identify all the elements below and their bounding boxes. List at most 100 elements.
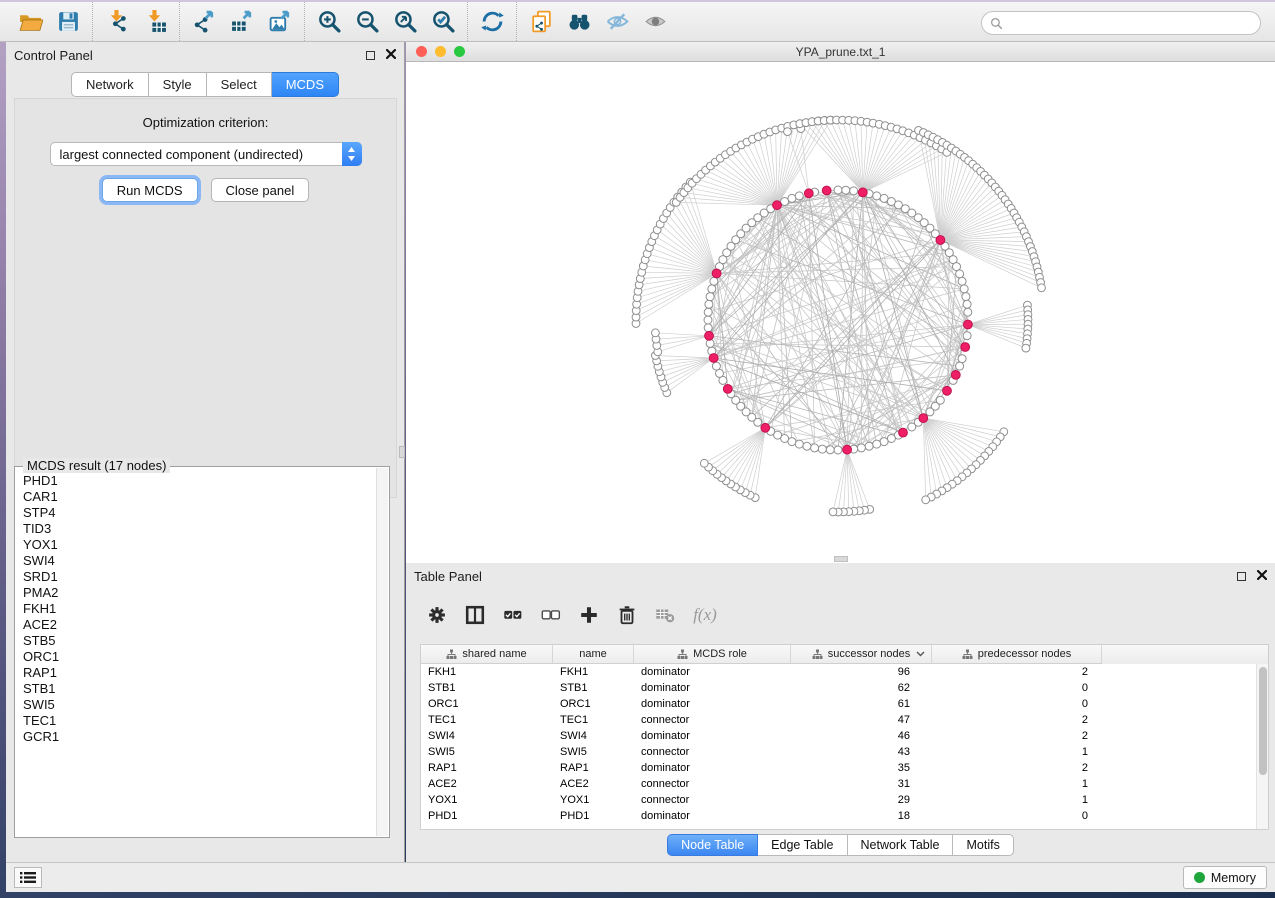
delete-column-icon[interactable] [610, 598, 644, 632]
table-row[interactable]: FKH1FKH1dominator962 [421, 664, 1268, 680]
search-icon [990, 17, 1003, 30]
result-node[interactable]: SWI5 [23, 697, 376, 713]
search-input[interactable] [1003, 16, 1260, 30]
tab-edge-table[interactable]: Edge Table [758, 834, 847, 856]
result-scrollbar[interactable] [376, 468, 388, 836]
add-column-icon[interactable] [572, 598, 606, 632]
cell: SWI4 [553, 728, 634, 744]
import-network-icon[interactable] [98, 6, 136, 38]
result-node[interactable]: SRD1 [23, 569, 376, 585]
cell: FKH1 [553, 664, 634, 680]
cell: 35 [791, 760, 932, 776]
cell: 0 [932, 680, 1102, 696]
apply-layout-icon[interactable] [473, 6, 511, 38]
close-table-panel-icon[interactable] [1257, 567, 1267, 585]
cell: 18 [791, 808, 932, 824]
cell: 2 [932, 712, 1102, 728]
table-row[interactable]: TEC1TEC1connector472 [421, 712, 1268, 728]
column-header-name[interactable]: name [553, 645, 634, 664]
zoom-in-icon[interactable] [310, 6, 348, 38]
criterion-select[interactable]: largest connected component (undirected) [50, 142, 362, 166]
result-node[interactable]: YOX1 [23, 537, 376, 553]
table-settings-icon[interactable] [420, 598, 454, 632]
result-node[interactable]: RAP1 [23, 665, 376, 681]
cell: ORC1 [553, 696, 634, 712]
table-row[interactable]: ORC1ORC1dominator610 [421, 696, 1268, 712]
result-node[interactable]: PMA2 [23, 585, 376, 601]
cell: 61 [791, 696, 932, 712]
hide-selection-icon[interactable] [598, 6, 636, 38]
search-box[interactable] [981, 11, 1261, 35]
table-splitter-handle[interactable] [834, 556, 848, 562]
float-panel-icon[interactable] [366, 51, 375, 60]
import-table-icon[interactable] [136, 6, 174, 38]
tab-network-table[interactable]: Network Table [848, 834, 954, 856]
export-network-icon[interactable] [185, 6, 223, 38]
table-row[interactable]: ACE2ACE2connector311 [421, 776, 1268, 792]
cell: 46 [791, 728, 932, 744]
tab-motifs[interactable]: Motifs [953, 834, 1013, 856]
float-table-panel-icon[interactable] [1237, 572, 1246, 581]
result-node[interactable]: FKH1 [23, 601, 376, 617]
zoom-out-icon[interactable] [348, 6, 386, 38]
cell: 62 [791, 680, 932, 696]
column-header-MCDS-role[interactable]: MCDS role [634, 645, 791, 664]
show-panels-button[interactable] [14, 867, 42, 888]
table-row[interactable]: SWI5SWI5connector431 [421, 744, 1268, 760]
cell: dominator [634, 808, 791, 824]
table-scrollbar-thumb[interactable] [1259, 667, 1267, 775]
mcds-result-list[interactable]: PHD1CAR1STP4TID3YOX1SWI4SRD1PMA2FKH1ACE2… [16, 473, 376, 836]
result-node[interactable]: TID3 [23, 521, 376, 537]
table-row[interactable]: STB1STB1dominator620 [421, 680, 1268, 696]
cell: PHD1 [553, 808, 634, 824]
mcds-result-title: MCDS result (17 nodes) [23, 458, 170, 473]
duplicate-network-icon[interactable] [522, 6, 560, 38]
select-all-rows-icon[interactable] [496, 598, 530, 632]
result-node[interactable]: GCR1 [23, 729, 376, 745]
result-node[interactable]: STP4 [23, 505, 376, 521]
table-row[interactable]: PHD1PHD1dominator180 [421, 808, 1268, 824]
network-canvas[interactable] [406, 62, 1275, 562]
result-node[interactable]: STB1 [23, 681, 376, 697]
zoom-fit-icon[interactable] [386, 6, 424, 38]
export-image-icon[interactable] [261, 6, 299, 38]
deselect-all-rows-icon[interactable] [534, 598, 568, 632]
zoom-selected-icon[interactable] [424, 6, 462, 38]
tab-node-table[interactable]: Node Table [667, 834, 758, 856]
first-neighbors-icon[interactable] [560, 6, 598, 38]
close-panel-icon[interactable] [386, 46, 396, 64]
export-table-icon[interactable] [223, 6, 261, 38]
show-all-icon[interactable] [636, 6, 674, 38]
column-header-predecessor-nodes[interactable]: predecessor nodes [932, 645, 1102, 664]
cell: TEC1 [553, 712, 634, 728]
result-node[interactable]: ACE2 [23, 617, 376, 633]
result-node[interactable]: ORC1 [23, 649, 376, 665]
network-graph[interactable] [406, 62, 1273, 562]
tab-select[interactable]: Select [207, 72, 272, 97]
run-mcds-button[interactable]: Run MCDS [102, 178, 198, 202]
result-node[interactable]: STB5 [23, 633, 376, 649]
cell: 96 [791, 664, 932, 680]
column-header-successor-nodes[interactable]: successor nodes [791, 645, 932, 664]
result-node[interactable]: SWI4 [23, 553, 376, 569]
table-row[interactable]: SWI4SWI4dominator462 [421, 728, 1268, 744]
close-panel-button[interactable]: Close panel [211, 178, 310, 202]
cell: connector [634, 712, 791, 728]
column-selector-icon[interactable] [458, 598, 492, 632]
table-row[interactable]: YOX1YOX1connector291 [421, 792, 1268, 808]
table-scrollbar[interactable] [1256, 664, 1268, 829]
column-header-shared-name[interactable]: shared name [421, 645, 553, 664]
save-session-icon[interactable] [49, 6, 87, 38]
result-node[interactable]: TEC1 [23, 713, 376, 729]
cell: dominator [634, 760, 791, 776]
open-file-icon[interactable] [11, 6, 49, 38]
panel-splitter-handle[interactable] [399, 446, 405, 458]
tab-style[interactable]: Style [149, 72, 207, 97]
result-node[interactable]: CAR1 [23, 489, 376, 505]
network-window-titlebar[interactable]: YPA_prune.txt_1 [406, 42, 1275, 62]
table-row[interactable]: RAP1RAP1dominator352 [421, 760, 1268, 776]
tab-network[interactable]: Network [71, 72, 149, 97]
result-node[interactable]: PHD1 [23, 473, 376, 489]
tab-mcds[interactable]: MCDS [272, 72, 339, 97]
memory-button[interactable]: Memory [1183, 866, 1267, 889]
